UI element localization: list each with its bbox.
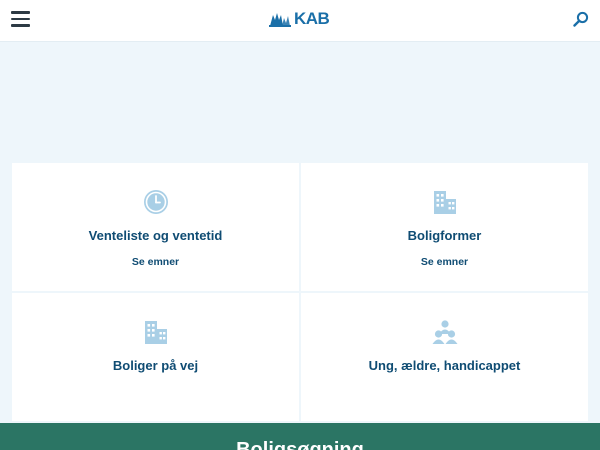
top-bar: KAB	[0, 0, 600, 42]
clock-icon	[142, 188, 170, 216]
card-ung-aeldre-handicappet[interactable]: Ung, ældre, handicappet	[301, 293, 588, 421]
buildings-icon	[142, 318, 170, 346]
hamburger-menu-icon[interactable]	[11, 11, 30, 27]
kab-logo[interactable]: KAB	[269, 9, 330, 29]
search-icon[interactable]	[573, 11, 589, 27]
see-topics-link[interactable]: Se emner	[132, 256, 179, 268]
boligsoegning-section: Boligsøgning	[0, 423, 600, 450]
logo-text: KAB	[294, 9, 330, 28]
card-title: Ung, ældre, handicappet	[368, 358, 521, 373]
card-boligformer[interactable]: Boligformer Se emner	[301, 163, 588, 291]
card-title: Venteliste og ventetid	[88, 228, 223, 243]
card-title: Boligformer	[407, 228, 482, 243]
people-icon	[431, 318, 459, 346]
see-topics-link[interactable]: Se emner	[421, 256, 468, 268]
card-title: Boliger på vej	[112, 358, 199, 373]
card-venteliste[interactable]: Venteliste og ventetid Se emner	[12, 163, 299, 291]
section-title: Boligsøgning	[236, 439, 364, 450]
buildings-icon	[431, 188, 459, 216]
card-boliger-paa-vej[interactable]: Boliger på vej	[12, 293, 299, 421]
logo-mark-icon	[269, 13, 291, 27]
